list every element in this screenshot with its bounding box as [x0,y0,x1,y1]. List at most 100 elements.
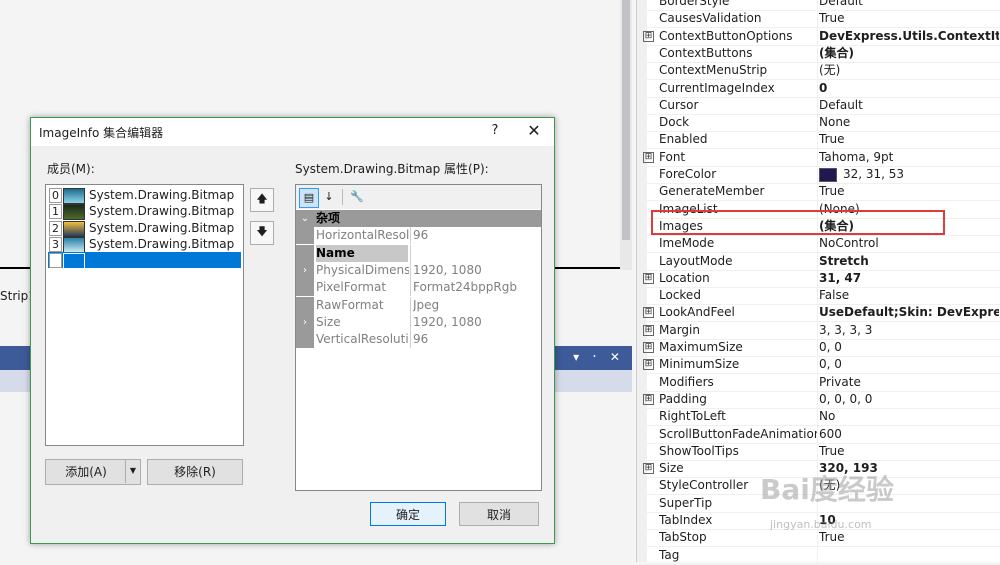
bitmap-property-row[interactable]: RawFormat Jpeg [296,296,541,314]
property-row[interactable]: ShowToolTips True [637,442,1000,461]
row-expander-icon[interactable] [296,331,314,349]
move-down-button[interactable]: 🡇 [250,221,274,245]
property-row[interactable]: ContextMenuStrip (无) [637,62,1000,81]
tool-window-buttons[interactable]: ▾ ᛫ ✕ [573,350,624,364]
property-row[interactable]: ⊞ Location 31, 47 [637,269,1000,288]
member-item[interactable]: 3 System.Drawing.Bitmap [48,236,241,253]
expand-icon[interactable]: ⊞ [643,307,654,319]
categorized-icon[interactable]: ▤ [299,188,319,208]
property-category[interactable]: ⌄ 杂项 [296,210,541,227]
row-expander-icon[interactable]: ⌄ [296,210,314,227]
expand-icon[interactable]: ⊞ [643,272,654,284]
bitmap-property-row[interactable]: PixelFormat Format24bppRgb [296,279,541,297]
cancel-button[interactable]: 取消 [459,502,539,526]
property-value[interactable]: 0, 0 [819,356,999,373]
property-value[interactable]: 0, 0, 0, 0 [819,391,999,408]
property-value[interactable]: False [819,287,999,304]
expand-icon[interactable]: ⊞ [643,359,654,371]
bitmap-property-row[interactable]: HorizontalResolution 96 [296,227,541,245]
row-expander-icon[interactable]: › [296,261,314,279]
property-row[interactable]: Cursor Default [637,96,1000,115]
property-row[interactable]: ⊞ MinimumSize 0, 0 [637,356,1000,375]
alphabetical-icon[interactable]: ↓ [320,188,338,206]
bitmap-property-value[interactable]: Jpeg [413,297,539,314]
member-item[interactable]: 2 System.Drawing.Bitmap [48,220,241,237]
designer-scrollbar-thumb[interactable] [622,0,630,240]
property-row[interactable]: ContextButtons (集合) [637,44,1000,63]
bitmap-property-value[interactable]: Format24bppRgb [413,279,539,296]
property-value[interactable]: No [819,408,999,425]
property-value[interactable]: Tahoma, 9pt [819,149,999,166]
expand-icon[interactable]: ⊞ [643,393,654,405]
row-expander-icon[interactable]: › [296,313,314,331]
property-value[interactable]: True [819,443,999,460]
property-value[interactable]: 31, 47 [819,270,999,287]
member-item[interactable]: 1 System.Drawing.Bitmap [48,203,241,221]
bitmap-property-row[interactable]: VerticalResolution 96 [296,331,541,349]
property-row[interactable]: RightToLeft No [637,408,1000,427]
expand-icon[interactable]: ⊞ [643,463,654,475]
property-row[interactable]: ImeMode NoControl [637,235,1000,254]
close-icon[interactable]: ✕ [521,120,547,142]
property-row[interactable]: ⊞ Padding 0, 0, 0, 0 [637,390,1000,409]
property-value[interactable]: 32, 31, 53 [819,166,999,183]
bitmap-property-row[interactable]: Name [296,244,541,262]
property-row[interactable]: ⊞ Margin 3, 3, 3, 3 [637,321,1000,340]
member-item[interactable]: 0 System.Drawing.Bitmap [48,187,241,204]
property-value[interactable]: None [819,114,999,131]
bitmap-property-row[interactable]: ›PhysicalDimension 1920, 1080 [296,261,541,279]
bitmap-property-value[interactable]: 1920, 1080 [413,262,539,279]
property-pages-icon[interactable]: 🔧 [348,188,366,206]
help-button[interactable]: ? [483,120,507,142]
property-value[interactable]: True [819,131,999,148]
property-value[interactable]: 0 [819,80,999,97]
row-expander-icon[interactable] [296,244,314,262]
property-value[interactable]: DevExpress.Utils.ContextItem [819,28,999,45]
expand-icon[interactable]: ⊞ [643,324,654,336]
property-row[interactable]: CausesValidation True [637,10,1000,29]
property-row[interactable]: ⊞ MaximumSize 0, 0 [637,339,1000,357]
property-value[interactable]: (无) [819,62,999,79]
property-value[interactable]: 0, 0 [819,339,999,356]
property-row[interactable]: CurrentImageIndex 0 [637,79,1000,98]
remove-button[interactable]: 移除(R) [147,459,243,485]
property-row[interactable]: ⊞ Font Tahoma, 9pt [637,148,1000,167]
designer-scrollbar[interactable] [620,0,632,270]
property-value[interactable]: (集合) [819,45,999,62]
row-expander-icon[interactable] [296,227,314,245]
property-value[interactable]: True [819,183,999,200]
member-item[interactable] [48,252,241,270]
bitmap-property-value[interactable]: 1920, 1080 [413,314,539,331]
property-value[interactable]: UseDefault;Skin: DevExpress S [819,304,999,321]
property-row[interactable]: GenerateMember True [637,183,1000,202]
property-value[interactable]: Private [819,374,999,391]
property-row[interactable]: ⊞ LookAndFeel UseDefault;Skin: DevExpress … [637,304,1000,323]
property-value[interactable]: True [819,10,999,27]
add-dropdown-icon[interactable]: ▼ [125,459,140,483]
property-value[interactable]: 3, 3, 3, 3 [819,322,999,339]
ok-button[interactable]: 确定 [370,502,446,526]
bitmap-property-row[interactable]: › Size 1920, 1080 [296,313,541,331]
property-row[interactable]: ⊞ ContextButtonOptions DevExpress.Utils.Co… [637,27,1000,46]
bitmap-property-value[interactable]: 96 [413,331,539,348]
row-expander-icon[interactable] [296,279,314,297]
property-value[interactable]: Default [819,97,999,114]
bitmap-property-value[interactable]: 96 [413,227,539,244]
expand-icon[interactable]: ⊞ [643,30,654,42]
expand-icon[interactable]: ⊞ [643,342,654,353]
members-list[interactable]: 0 System.Drawing.Bitmap 1 System.Drawing.Bi… [45,184,244,446]
row-expander-icon[interactable] [296,296,314,314]
property-row[interactable]: ForeColor 32, 31, 53 [637,166,1000,184]
property-row[interactable]: Modifiers Private [637,373,1000,392]
move-up-button[interactable]: 🡅 [250,188,274,212]
property-row[interactable]: Locked False [637,287,1000,306]
property-value[interactable]: NoControl [819,235,999,252]
property-row[interactable]: Dock None [637,114,1000,133]
property-value[interactable]: Stretch [819,253,999,270]
expand-icon[interactable]: ⊞ [643,151,654,163]
property-row[interactable]: LayoutMode Stretch [637,252,1000,271]
property-value[interactable]: Default [819,0,999,10]
property-row[interactable]: TabStop True [637,529,1000,548]
property-value[interactable]: 600 [819,426,999,443]
property-value[interactable]: True [819,529,999,546]
